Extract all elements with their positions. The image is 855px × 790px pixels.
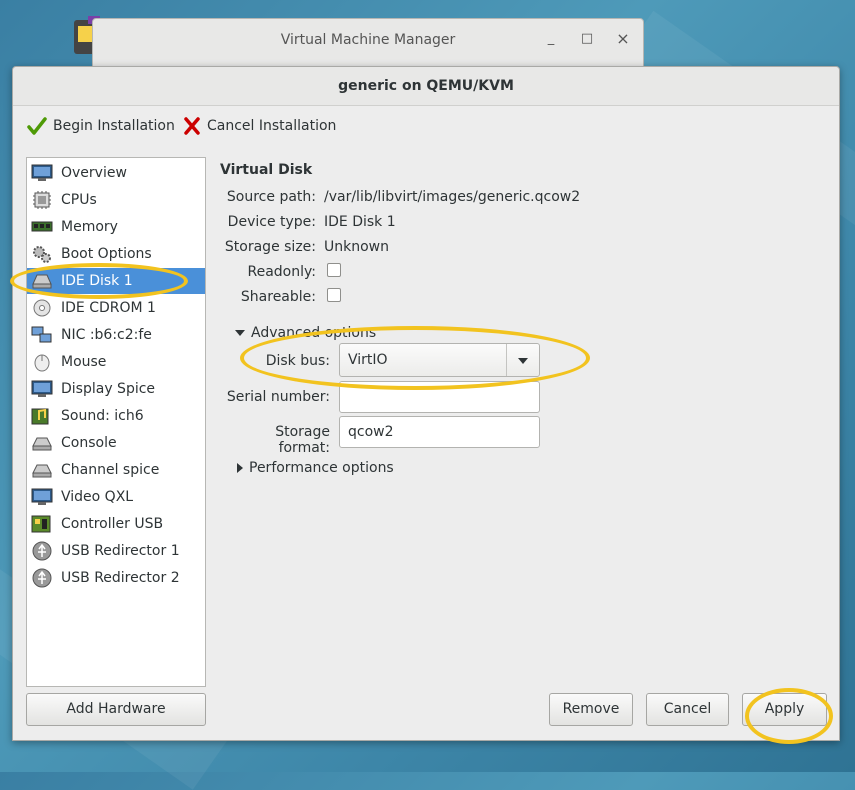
cancel-installation-button[interactable]: Cancel Installation <box>183 115 336 137</box>
usb-icon <box>31 541 53 561</box>
begin-installation-label: Begin Installation <box>53 118 175 134</box>
red-x-icon <box>183 116 201 136</box>
sidebar-item-boot-options[interactable]: Boot Options <box>27 241 205 267</box>
gears-icon <box>31 244 53 264</box>
network-icon <box>31 325 53 345</box>
sidebar-item-channel-spice[interactable]: Channel spice <box>27 457 205 483</box>
serial-number-input[interactable] <box>339 381 540 413</box>
readonly-checkbox[interactable] <box>327 263 341 277</box>
sidebar-item-nic[interactable]: NIC :b6:c2:fe <box>27 322 205 348</box>
sidebar-item-display-spice[interactable]: Display Spice <box>27 376 205 402</box>
sidebar-item-label: Console <box>61 435 117 451</box>
storage-format-label: Storage format: <box>275 424 330 456</box>
begin-installation-button[interactable]: Begin Installation <box>27 115 175 137</box>
vm-details-dialog: generic on QEMU/KVM Begin Installation C… <box>12 66 840 741</box>
sound-icon <box>31 406 53 426</box>
readonly-label: Readonly: <box>247 264 317 280</box>
sidebar-item-label: Channel spice <box>61 462 160 478</box>
device-type-label: Device type: <box>227 214 316 230</box>
sidebar-item-label: CPUs <box>61 192 97 208</box>
dialog-title: generic on QEMU/KVM <box>338 78 514 94</box>
sidebar-item-controller-usb[interactable]: Controller USB <box>27 511 205 537</box>
sidebar-item-label: Overview <box>61 165 127 181</box>
serial-number-label: Serial number: <box>226 389 330 405</box>
disk-bus-combo[interactable]: VirtIO <box>339 343 540 377</box>
virtual-disk-details: Virtual Disk Source path: /var/lib/libvi… <box>220 157 820 677</box>
source-path-label: Source path: <box>226 189 316 205</box>
sidebar-item-label: IDE Disk 1 <box>61 273 133 289</box>
sidebar-item-label: Controller USB <box>61 516 164 532</box>
sidebar-item-cpus[interactable]: CPUs <box>27 187 205 213</box>
cancel-button[interactable]: Cancel <box>646 693 729 726</box>
cpu-icon <box>31 190 53 210</box>
sidebar-item-label: USB Redirector 2 <box>61 570 180 586</box>
memory-icon <box>31 217 53 237</box>
close-button[interactable]: × <box>613 29 633 49</box>
device-type-value: IDE Disk 1 <box>324 214 396 230</box>
sidebar-item-memory[interactable]: Memory <box>27 214 205 240</box>
mouse-icon <box>31 352 53 372</box>
expander-open-icon <box>235 330 245 336</box>
apply-button[interactable]: Apply <box>742 693 827 726</box>
sidebar-item-usb-redirector-2[interactable]: USB Redirector 2 <box>27 565 205 591</box>
controller-icon <box>31 514 53 534</box>
sidebar-item-label: Video QXL <box>61 489 134 505</box>
checkmark-icon <box>27 116 47 136</box>
monitor-icon <box>31 163 53 183</box>
chevron-down-icon <box>518 358 528 364</box>
sidebar-item-label: Memory <box>61 219 118 235</box>
advanced-options-label: Advanced options <box>251 325 377 341</box>
sidebar-item-usb-redirector-1[interactable]: USB Redirector 1 <box>27 538 205 564</box>
serial-icon <box>31 433 53 453</box>
sidebar-item-ide-cdrom-1[interactable]: IDE CDROM 1 <box>27 295 205 321</box>
usb-icon <box>31 568 53 588</box>
shareable-label: Shareable: <box>240 289 316 305</box>
shareable-checkbox[interactable] <box>327 288 341 302</box>
sidebar-item-label: Sound: ich6 <box>61 408 144 424</box>
expander-closed-icon <box>237 463 243 473</box>
hard-disk-icon <box>31 271 53 291</box>
advanced-options-expander[interactable]: Advanced options <box>235 325 376 341</box>
disk-bus-label: Disk bus: <box>265 353 330 369</box>
sidebar-item-label: NIC :b6:c2:fe <box>61 327 152 343</box>
hardware-list[interactable]: Overview CPUs Memory Boot Options IDE Di… <box>26 157 206 687</box>
sidebar-item-sound[interactable]: Sound: ich6 <box>27 403 205 429</box>
dialog-titlebar[interactable]: generic on QEMU/KVM <box>13 67 839 106</box>
sidebar-item-label: Boot Options <box>61 246 152 262</box>
disk-bus-value: VirtIO <box>348 352 388 368</box>
source-path-value: /var/lib/libvirt/images/generic.qcow2 <box>324 189 581 205</box>
serial-icon <box>31 460 53 480</box>
display-icon <box>31 379 53 399</box>
cancel-installation-label: Cancel Installation <box>207 118 337 134</box>
section-title: Virtual Disk <box>220 162 313 178</box>
performance-options-label: Performance options <box>249 460 394 476</box>
remove-button[interactable]: Remove <box>549 693 633 726</box>
sidebar-item-ide-disk-1[interactable]: IDE Disk 1 <box>27 268 205 294</box>
performance-options-expander[interactable]: Performance options <box>237 460 394 476</box>
display-icon <box>31 487 53 507</box>
storage-size-label: Storage size: <box>224 239 316 255</box>
sidebar-item-console[interactable]: Console <box>27 430 205 456</box>
minimize-button[interactable]: _ <box>541 29 561 49</box>
storage-size-value: Unknown <box>324 239 389 255</box>
storage-format-input[interactable]: qcow2 <box>339 416 540 448</box>
sidebar-item-label: IDE CDROM 1 <box>61 300 156 316</box>
sidebar-item-overview[interactable]: Overview <box>27 160 205 186</box>
sidebar-item-label: Display Spice <box>61 381 156 397</box>
cdrom-icon <box>31 298 53 318</box>
sidebar-item-video-qxl[interactable]: Video QXL <box>27 484 205 510</box>
add-hardware-button[interactable]: Add Hardware <box>26 693 206 726</box>
sidebar-item-label: Mouse <box>61 354 107 370</box>
sidebar-item-mouse[interactable]: Mouse <box>27 349 205 375</box>
maximize-button[interactable]: □ <box>577 29 597 49</box>
sidebar-item-label: USB Redirector 1 <box>61 543 180 559</box>
